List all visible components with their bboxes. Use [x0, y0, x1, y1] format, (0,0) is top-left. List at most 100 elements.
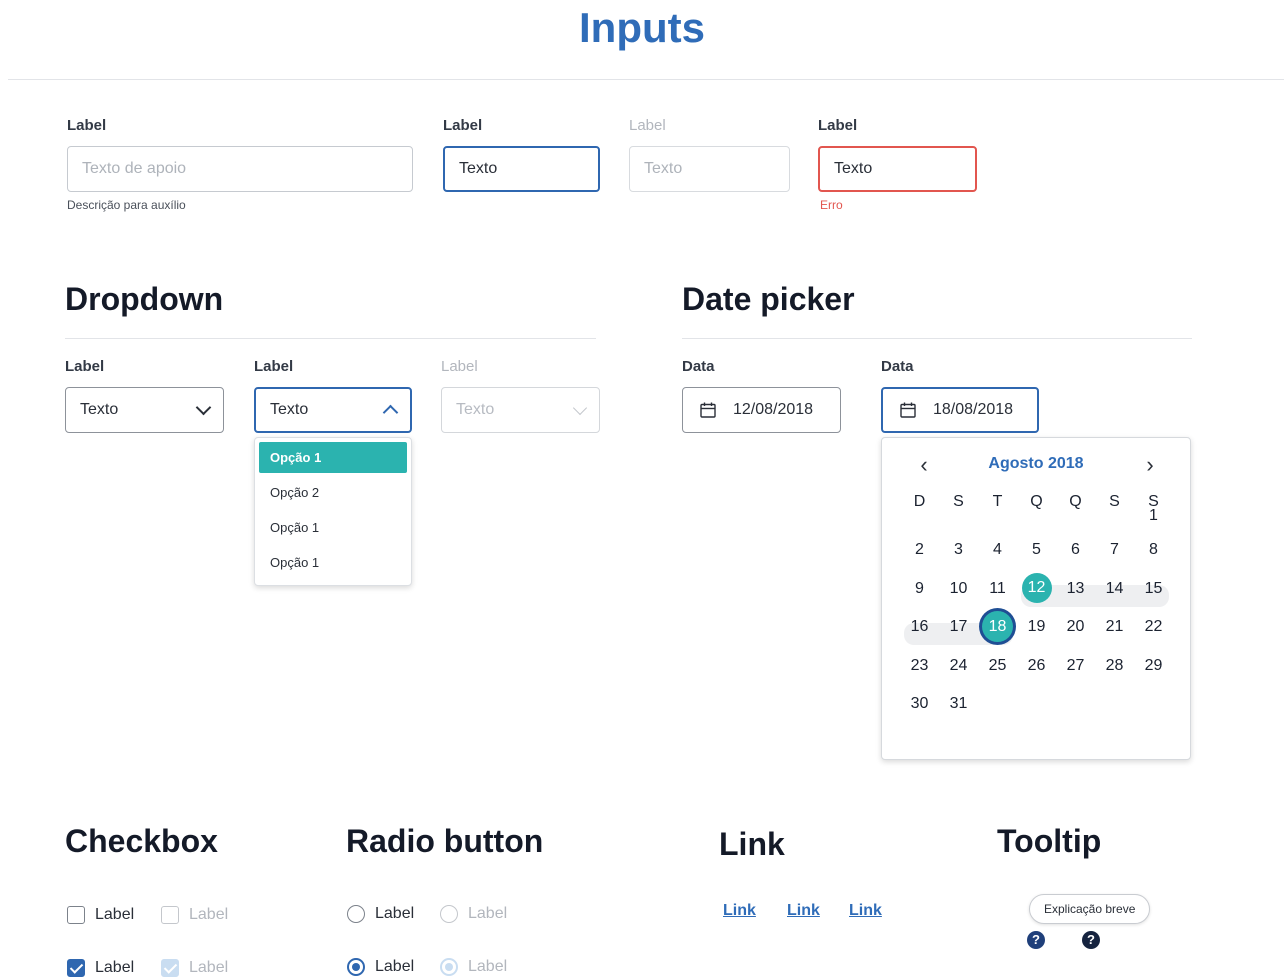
dropdown-option[interactable]: Opção 2 — [259, 477, 407, 508]
calendar-day[interactable]: 20 — [1056, 607, 1095, 646]
calendar-day[interactable]: 16 — [900, 607, 939, 646]
calendar-day[interactable]: 27 — [1056, 646, 1095, 685]
calendar-day[interactable]: 3 — [939, 530, 978, 569]
radio-label: Label — [375, 905, 415, 922]
input-error[interactable] — [818, 146, 977, 192]
tooltip-bubble: Explicação breve — [1029, 894, 1151, 924]
chevron-up-icon — [382, 404, 399, 421]
radio-label: Label — [468, 905, 508, 922]
input-disabled — [629, 146, 790, 192]
checkbox-label: Label — [189, 959, 229, 976]
date-field-2-label: Data — [881, 358, 914, 375]
link[interactable]: Link — [723, 902, 756, 920]
radio-label: Label — [468, 958, 508, 975]
calendar-icon — [700, 402, 716, 418]
calendar-month-title: Agosto 2018 — [988, 455, 1084, 472]
weekday-header: Q — [1030, 493, 1043, 510]
calendar-day[interactable]: 9 — [900, 569, 939, 608]
dropdown-section-title: Dropdown — [65, 281, 224, 317]
help-icon[interactable]: ? — [1027, 931, 1045, 949]
tooltip-section-title: Tooltip — [997, 823, 1102, 859]
calendar-day[interactable]: 31 — [939, 684, 978, 723]
calendar-day[interactable]: 18 — [978, 607, 1017, 646]
date-field-1-value: 12/08/2018 — [733, 401, 814, 418]
calendar-day[interactable]: 10 — [939, 569, 978, 608]
checkbox-label: Label — [95, 959, 135, 976]
weekday-header: S — [953, 493, 964, 510]
input-default-helper: Descrição para auxílio — [67, 198, 186, 212]
dropdown-default-value: Texto — [80, 401, 119, 418]
radio-circle[interactable] — [347, 905, 365, 923]
calendar-day[interactable]: 19 — [1017, 607, 1056, 646]
dropdown-menu: Opção 1 Opção 2 Opção 1 Opção 1 — [254, 437, 412, 586]
checkbox-label: Label — [189, 906, 229, 923]
calendar-day[interactable]: 14 — [1095, 569, 1134, 608]
date-field-2[interactable]: 18/08/2018 — [881, 387, 1039, 433]
link[interactable]: Link — [849, 902, 882, 920]
calendar-day[interactable]: 12 — [1017, 569, 1056, 608]
checkbox-item[interactable]: Label — [67, 906, 134, 924]
link[interactable]: Link — [787, 902, 820, 920]
input-default-label: Label — [67, 117, 107, 134]
checkbox-box[interactable] — [67, 959, 85, 977]
radio-item[interactable]: Label — [347, 958, 414, 976]
calendar-icon — [900, 402, 916, 418]
calendar-day[interactable]: 6 — [1056, 530, 1095, 569]
calendar-day[interactable]: 29 — [1134, 646, 1173, 685]
dropdown-default[interactable]: Texto — [65, 387, 224, 433]
checkbox-box — [161, 959, 179, 977]
calendar-day[interactable]: 28 — [1095, 646, 1134, 685]
dropdown-open[interactable]: Texto — [254, 387, 412, 433]
calendar-day[interactable]: 21 — [1095, 607, 1134, 646]
page-title: Inputs — [579, 4, 705, 51]
weekday-header: S — [1109, 493, 1120, 510]
calendar-day[interactable]: 25 — [978, 646, 1017, 685]
dropdown-option[interactable]: Opção 1 — [259, 547, 407, 578]
calendar-day[interactable]: 30 — [900, 684, 939, 723]
calendar-day[interactable]: 2 — [900, 530, 939, 569]
title-divider — [8, 79, 1284, 80]
weekday-header: T — [992, 493, 1003, 510]
radio-section-title: Radio button — [346, 823, 544, 859]
dropdown-disabled-value: Texto — [456, 401, 495, 418]
dropdown-open-value: Texto — [270, 401, 309, 418]
datepicker-section-title: Date picker — [682, 281, 855, 317]
input-focused-label: Label — [443, 117, 483, 134]
checkbox-item: Label — [161, 906, 228, 924]
selected-end-day: 18 — [982, 611, 1013, 643]
calendar-day[interactable]: 5 — [1017, 530, 1056, 569]
dropdown-option[interactable]: Opção 1 — [259, 442, 407, 473]
datepicker-divider — [682, 338, 1192, 339]
calendar-day[interactable]: 24 — [939, 646, 978, 685]
calendar-day[interactable]: 11 — [978, 569, 1017, 608]
link-section-title: Link — [719, 826, 785, 862]
next-month-icon[interactable]: › — [1138, 453, 1162, 477]
dropdown-disabled: Texto — [441, 387, 600, 433]
selected-start-day: 12 — [1021, 572, 1052, 603]
calendar-grid: D S T Q Q S S 1 2 3 4 5 6 7 8 9 10 11 12 13 14 15 16 17 18 19 20 21… — [900, 490, 1173, 750]
radio-circle[interactable] — [347, 958, 365, 976]
prev-month-icon[interactable]: ‹ — [912, 453, 936, 477]
input-error-label: Label — [818, 117, 858, 134]
checkbox-item[interactable]: Label — [67, 959, 134, 977]
calendar-day[interactable]: 13 — [1056, 569, 1095, 608]
checkbox-box[interactable] — [67, 906, 85, 924]
help-icon[interactable]: ? — [1082, 931, 1100, 949]
calendar-day[interactable]: 4 — [978, 530, 1017, 569]
calendar-day[interactable]: 15 — [1134, 569, 1173, 608]
date-field-1[interactable]: 12/08/2018 — [682, 387, 841, 433]
calendar-day[interactable]: 23 — [900, 646, 939, 685]
input-focused[interactable] — [443, 146, 600, 192]
calendar-day[interactable]: 17 — [939, 607, 978, 646]
chevron-down-icon — [195, 399, 212, 416]
radio-item[interactable]: Label — [347, 905, 414, 923]
calendar-day[interactable]: 7 — [1095, 530, 1134, 569]
calendar-popup: ‹ Agosto 2018 › D S T Q Q S S 1 2 3 4 5 6 7 8 9 10 11 12 13… — [881, 437, 1191, 760]
weekday-header: Q — [1069, 493, 1082, 510]
calendar-day[interactable]: 22 — [1134, 607, 1173, 646]
input-default[interactable] — [67, 146, 413, 192]
calendar-day[interactable]: 8 — [1134, 530, 1173, 569]
calendar-day[interactable]: 26 — [1017, 646, 1056, 685]
dropdown-option[interactable]: Opção 1 — [259, 512, 407, 543]
dropdown-disabled-label: Label — [441, 358, 478, 375]
